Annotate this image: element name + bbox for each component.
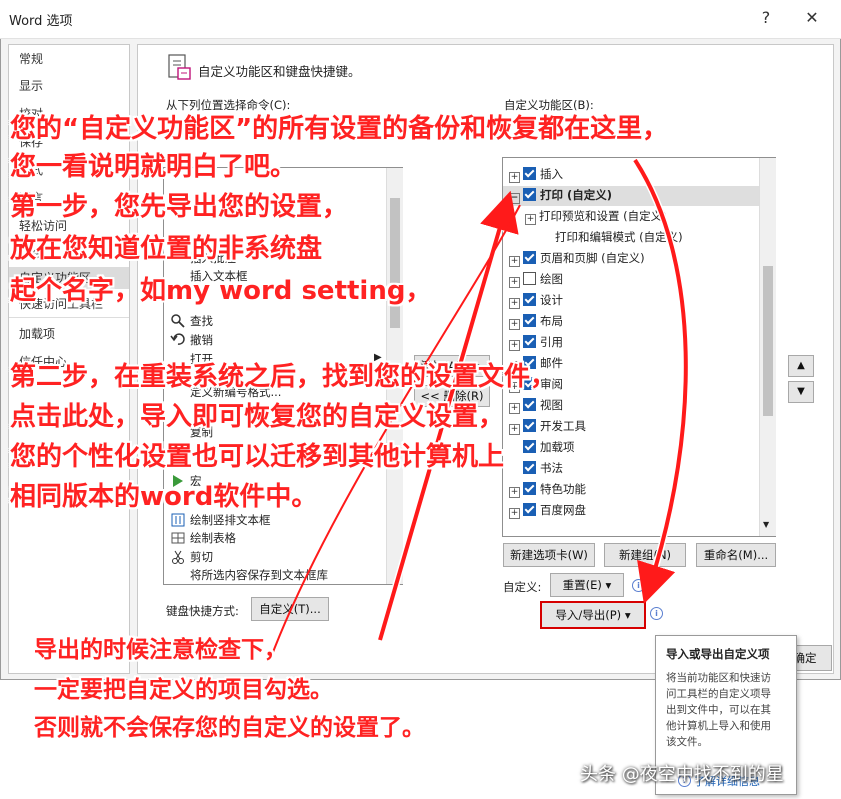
annotation-line: 起个名字，如my word setting， <box>10 276 432 306</box>
annotation-line: 第二步，在重装系统之后，找到您的设置文件， <box>10 362 557 392</box>
annotation-line: 否则就不会保存您的自定义的设置了。 <box>34 715 425 741</box>
annotation-line: 您的个性化设置也可以迁移到其他计算机上 <box>10 442 505 472</box>
annotation-line: 第一步，您先导出您的设置， <box>10 192 349 222</box>
annotation-line: 导出的时候注意检查下， <box>34 637 287 663</box>
annotation-line: 您一看说明就明白了吧。 <box>10 152 297 182</box>
annotation-line: 放在您知道位置的非系统盘 <box>10 234 323 264</box>
watermark: 头条 @夜空中找不到的星 <box>580 764 784 785</box>
annotation-line: 您的“自定义功能区”的所有设置的备份和恢复都在这里， <box>10 114 669 144</box>
annotation-line: 相同版本的word软件中。 <box>10 482 318 512</box>
annotation-line: 一定要把自定义的项目勾选。 <box>34 677 333 703</box>
arrow-to-import-export <box>633 158 688 605</box>
annotation-line: 点击此处，导入即可恢复您的自定义设置， <box>10 402 505 432</box>
